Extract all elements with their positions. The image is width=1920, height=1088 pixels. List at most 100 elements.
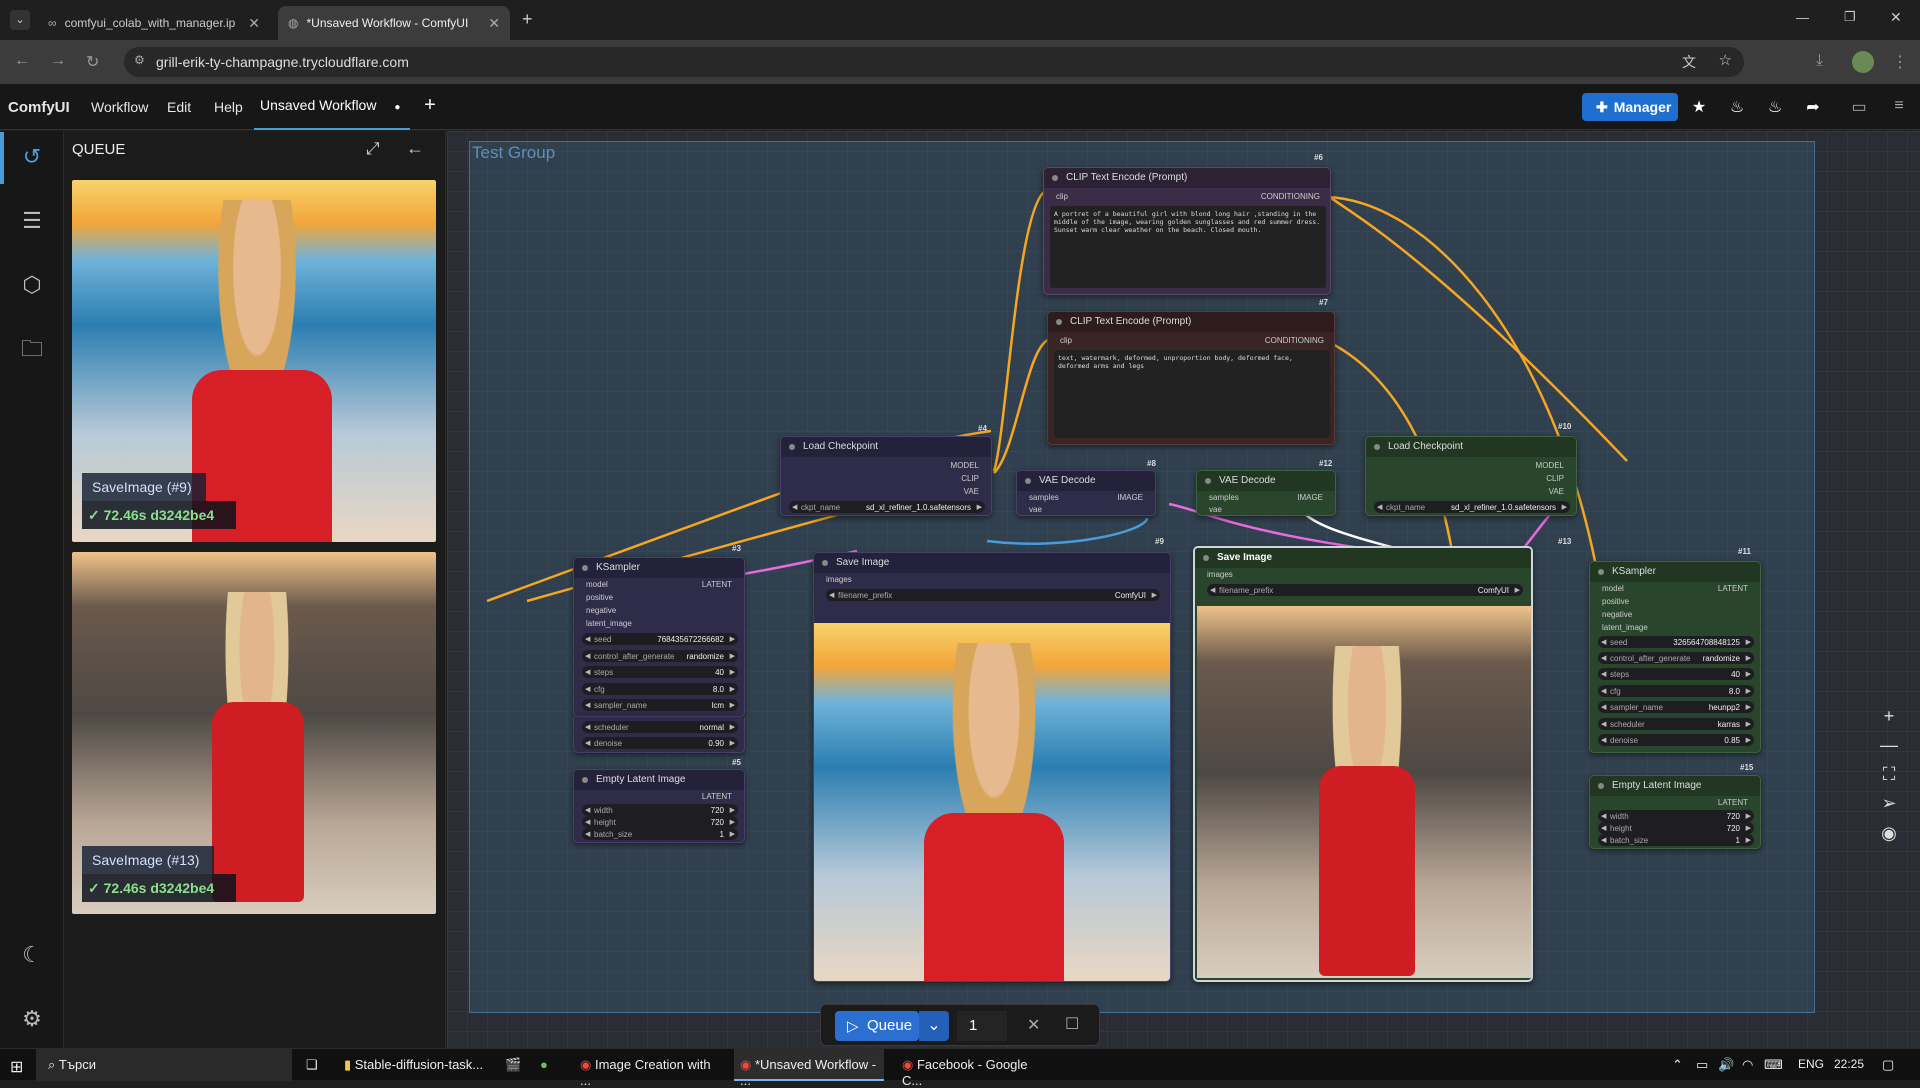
output-latent[interactable]: LATENT [702, 792, 732, 801]
reload-icon[interactable]: ↻ [86, 52, 99, 72]
close-window-icon[interactable]: ✕ [1890, 9, 1902, 26]
input-clip[interactable]: clip [1060, 336, 1072, 345]
input-images[interactable]: images [826, 575, 852, 584]
menu-help[interactable]: Help [214, 99, 243, 115]
workflow-tab[interactable]: Unsaved Workflow ● [254, 84, 411, 130]
batch-size-widget[interactable]: batch_size1 [1598, 834, 1754, 846]
input-negative[interactable]: negative [1602, 610, 1632, 619]
width-widget[interactable]: width720 [582, 804, 738, 816]
input-latent-image[interactable]: latent_image [1602, 623, 1648, 632]
green-app-icon[interactable]: ● [540, 1049, 548, 1081]
tab-search-button[interactable]: ⌄ [10, 10, 30, 30]
input-clip[interactable]: clip [1056, 192, 1068, 201]
node-load-checkpoint[interactable]: Load Checkpoint MODEL CLIP VAE ckpt_name… [780, 436, 992, 516]
clapper-icon[interactable]: 🎬 [505, 1049, 521, 1081]
cancel-icon[interactable]: ✕ [1027, 1015, 1040, 1035]
denoise-widget[interactable]: denoise0.90 [582, 737, 738, 749]
battery-icon[interactable]: ▭ [1696, 1049, 1708, 1081]
batch-size-widget[interactable]: batch_size1 [582, 828, 738, 840]
zoom-out-icon[interactable]: — [1872, 735, 1906, 765]
filename-prefix-widget[interactable]: filename_prefixComfyUI [826, 589, 1160, 601]
output-model[interactable]: MODEL [1536, 461, 1564, 470]
cfg-widget[interactable]: cfg8.0 [582, 683, 738, 695]
scheduler-widget[interactable]: schedulernormal [582, 721, 738, 733]
input-negative[interactable]: negative [586, 606, 616, 615]
model-hub-icon[interactable]: ♨ [1726, 97, 1748, 119]
output-latent[interactable]: LATENT [702, 580, 732, 589]
output-image-preview[interactable] [814, 623, 1170, 981]
new-tab-icon[interactable]: + [522, 9, 533, 30]
filename-prefix-widget[interactable]: filename_prefixComfyUI [1207, 584, 1523, 596]
node-save-image[interactable]: Save Image images filename_prefixComfyUI [1193, 546, 1533, 982]
input-latent-image[interactable]: latent_image [586, 619, 632, 628]
control-after-generate-widget[interactable]: control_after_generaterandomize [582, 650, 738, 662]
node-vae-decode[interactable]: VAE Decode samples vae IMAGE [1196, 470, 1336, 516]
forward-icon[interactable]: → [50, 52, 66, 70]
notifications-icon[interactable]: ▢ [1882, 1049, 1894, 1081]
taskbar-app[interactable]: ◉ Image Creation with ... [574, 1049, 722, 1088]
output-vae[interactable]: VAE [964, 487, 979, 496]
control-after-generate-widget[interactable]: control_after_generaterandomize [1598, 652, 1754, 664]
node-load-checkpoint[interactable]: Load Checkpoint MODEL CLIP VAE ckpt_name… [1365, 436, 1577, 516]
theme-moon-icon[interactable]: ☾ [16, 939, 48, 971]
fit-view-icon[interactable]: ⛶ [1872, 764, 1906, 794]
node-empty-latent-image[interactable]: Empty Latent Image LATENT width720 heigh… [1589, 775, 1761, 849]
input-model[interactable]: model [1602, 584, 1624, 593]
input-samples[interactable]: samples [1209, 493, 1239, 502]
expand-icon[interactable]: ⤢ [366, 139, 380, 159]
prompt-textarea[interactable]: A portret of a beautiful girl with blond… [1050, 206, 1326, 288]
queue-result-image[interactable]: SaveImage (#13) ✓ 72.46s d3242be4 [72, 552, 436, 914]
panel-toggle-icon[interactable]: ▭ [1848, 97, 1870, 119]
manager-button[interactable]: ✚ Manager [1582, 93, 1678, 121]
input-positive[interactable]: positive [1602, 597, 1629, 606]
graph-canvas[interactable]: Test Group CLIP Text Encode (Prompt) cli… [447, 131, 1920, 1048]
node-ksampler-widgets[interactable]: schedulernormal denoise0.90 [573, 717, 745, 753]
queue-button[interactable]: ▷ Queue [835, 1011, 919, 1041]
denoise-widget[interactable]: denoise0.85 [1598, 734, 1754, 746]
prompt-textarea[interactable]: text, watermark, deformed, unproportion … [1054, 350, 1330, 438]
steps-widget[interactable]: steps40 [582, 666, 738, 678]
input-positive[interactable]: positive [586, 593, 613, 602]
sampler-name-widget[interactable]: sampler_namelcm [582, 699, 738, 711]
width-widget[interactable]: width720 [1598, 810, 1754, 822]
minimize-icon[interactable]: — [1796, 10, 1809, 25]
keyboard-icon[interactable]: ⌨ [1764, 1049, 1783, 1081]
volume-icon[interactable]: 🔊 [1718, 1049, 1734, 1081]
output-latent[interactable]: LATENT [1718, 798, 1748, 807]
restore-icon[interactable]: ❐ [1844, 9, 1856, 25]
history-icon[interactable]: ↺ [16, 141, 48, 173]
ckpt-name-widget[interactable]: ckpt_namesd_xl_refiner_1.0.safetensors [789, 501, 985, 513]
hamburger-menu-icon[interactable]: ≡ [1888, 97, 1910, 119]
close-tab-icon[interactable]: ✕ [488, 15, 500, 32]
browser-tab-comfyui[interactable]: ◍ *Unsaved Workflow - ComfyUI ✕ [278, 6, 510, 40]
browser-menu-icon[interactable]: ⋮ [1892, 52, 1908, 72]
taskbar-search[interactable]: ⌕ Търси [36, 1049, 292, 1081]
menu-edit[interactable]: Edit [167, 99, 191, 115]
seed-widget[interactable]: seed326564708848125 [1598, 636, 1754, 648]
input-model[interactable]: model [586, 580, 608, 589]
bookmark-star-icon[interactable]: ☆ [1719, 51, 1732, 69]
node-save-image[interactable]: Save Image images filename_prefixComfyUI [813, 552, 1171, 982]
node-clip-text-encode-positive[interactable]: CLIP Text Encode (Prompt) clip CONDITION… [1043, 167, 1331, 295]
taskbar-app[interactable]: ▮ Stable-diffusion-task... [338, 1049, 488, 1081]
node-ksampler[interactable]: KSampler model positive negative latent_… [573, 557, 745, 717]
share-icon[interactable]: ➦ [1802, 97, 1824, 119]
output-clip[interactable]: CLIP [961, 474, 979, 483]
profile-avatar[interactable] [1852, 51, 1874, 73]
output-image[interactable]: IMAGE [1117, 493, 1143, 502]
output-model[interactable]: MODEL [951, 461, 979, 470]
wifi-icon[interactable]: ◠ [1742, 1049, 1753, 1081]
queue-result-image[interactable]: SaveImage (#9) ✓ 72.46s d3242be4 [72, 180, 436, 542]
windows-start-icon[interactable]: ⊞ [10, 1049, 23, 1081]
output-vae[interactable]: VAE [1549, 487, 1564, 496]
scheduler-widget[interactable]: schedulerkarras [1598, 718, 1754, 730]
sampler-name-widget[interactable]: sampler_nameheunpp2 [1598, 701, 1754, 713]
new-workflow-icon[interactable]: + [419, 94, 441, 116]
taskbar-app[interactable]: ◉ Facebook - Google C... [896, 1049, 1046, 1088]
model-library-icon[interactable]: ⬡ [16, 269, 48, 301]
menu-workflow[interactable]: Workflow [91, 99, 148, 115]
ckpt-name-widget[interactable]: ckpt_namesd_xl_refiner_1.0.safetensors [1374, 501, 1570, 513]
site-info-icon[interactable]: ⚙ [134, 53, 145, 67]
language-indicator[interactable]: ENG [1798, 1049, 1824, 1081]
tray-chevron-icon[interactable]: ⌃ [1672, 1049, 1683, 1081]
